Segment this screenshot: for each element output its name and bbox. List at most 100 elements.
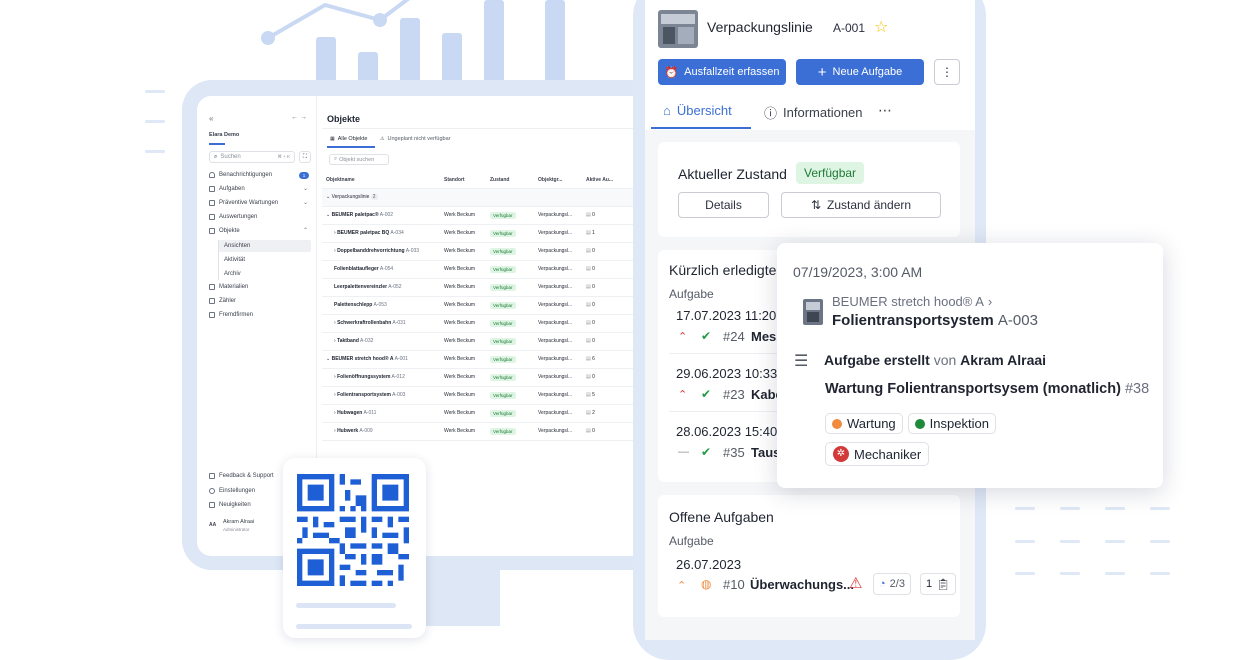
- tab-unplanned[interactable]: ⚠ Ungeplant nicht verfügbar: [380, 136, 450, 142]
- sidebar-item-feedback[interactable]: Feedback & Support: [209, 473, 274, 479]
- table-row[interactable]: Folienblattaufleger A-054 Werk Beckum Verf…: [322, 260, 647, 279]
- chevron-down-icon[interactable]: ⌄: [303, 199, 308, 206]
- status-badge: Verfügbar: [490, 301, 516, 309]
- object-name: BEUMER paletpac BQ: [337, 230, 390, 236]
- tab-label: Informationen: [783, 105, 863, 120]
- table-row[interactable]: ⌄ BEUMER stretch hood® A A-001 Werk Becku…: [322, 350, 647, 369]
- decor-dash: [145, 90, 165, 93]
- activity-popover: 07/19/2023, 3:00 AM BEUMER stretch hood®…: [777, 243, 1163, 488]
- sidebar-item-objects[interactable]: Objekte: [209, 228, 240, 234]
- details-button[interactable]: Details: [678, 192, 769, 218]
- parent-asset-link[interactable]: BEUMER stretch hood® A ›: [832, 294, 992, 309]
- object-name: Hubwerk: [337, 428, 359, 434]
- table-row[interactable]: › BEUMER paletpac BQ A-034 Werk Beckum Ver…: [322, 224, 647, 243]
- table-row[interactable]: Palettenschlepp A-053 Werk Beckum Verfügba…: [322, 296, 647, 315]
- search-input[interactable]: ⌕ Suchen ⌘ + K: [209, 151, 295, 163]
- sidebar-item-maintenance[interactable]: Präventive Wartungen: [209, 200, 278, 206]
- placeholder-line: [296, 624, 412, 629]
- object-code: A-009: [359, 428, 373, 434]
- paused-icon: ◍: [701, 577, 712, 591]
- new-task-button[interactable]: + Neue Aufgabe: [796, 59, 924, 85]
- activity-line: Aufgabe erstellt von Akram Alraai: [824, 352, 1046, 368]
- table-row[interactable]: › Schwerkraftrollenbahn A-031 Werk Beckum…: [322, 314, 647, 333]
- nav-arrows-icon[interactable]: ← →: [291, 114, 307, 121]
- tab-information[interactable]: ⓘ Informationen: [764, 103, 863, 122]
- cell-name: › Hubwagen A-011: [322, 404, 440, 423]
- sidebar-item-label: Aufgaben: [219, 186, 245, 192]
- scan-icon[interactable]: ⛶: [299, 151, 311, 163]
- search-placeholder: Suchen: [220, 154, 241, 160]
- task-number: #38: [1124, 381, 1150, 397]
- sidebar-subitem-archive[interactable]: Archiv: [224, 271, 241, 277]
- sidebar-subitem-views[interactable]: Ansichten: [224, 243, 250, 249]
- chevron-up-icon[interactable]: ⌃: [303, 227, 308, 234]
- status-badge: Verfügbar: [490, 337, 516, 345]
- object-code: A-002: [379, 212, 394, 218]
- table-row[interactable]: › Hubwerk A-009 Werk Beckum Verfügbar Verpa…: [322, 422, 647, 441]
- org-name[interactable]: Elara Demo: [209, 132, 239, 138]
- collapse-icon[interactable]: «: [209, 114, 213, 123]
- group-row[interactable]: ⌄ Verpackungslinie 2: [322, 188, 647, 207]
- avatar[interactable]: AA: [209, 522, 216, 528]
- column-header[interactable]: Zustand: [486, 172, 534, 189]
- column-header[interactable]: Objektgr...: [534, 172, 582, 189]
- task-link[interactable]: Wartung Folientransportsysem (monatlich)…: [825, 381, 1149, 397]
- table-row[interactable]: › Folientransportsystem A-003 Werk Beckum…: [322, 386, 647, 405]
- sidebar-item-tasks[interactable]: Aufgaben: [209, 186, 245, 192]
- object-code: A-003: [997, 312, 1038, 329]
- kebab-icon: ⋮: [941, 65, 953, 79]
- cell-name: ⌄ BEUMER stretch hood® A A-001: [322, 350, 440, 369]
- status-badge: Verfügbar: [490, 373, 516, 381]
- tag-label: Wartung: [847, 416, 896, 431]
- table-row[interactable]: › Folienöffnungssystem A-012 Werk Beckum V…: [322, 368, 647, 387]
- object-search-input[interactable]: ⌕ Objekt suchen: [329, 154, 389, 165]
- tab-all-objects[interactable]: ▦ Alle Objekte: [330, 136, 367, 142]
- cell-group: Verpackungsl...: [534, 206, 582, 225]
- search-placeholder: Objekt suchen: [339, 156, 375, 163]
- cell-location: Werk Beckum: [440, 314, 486, 333]
- popover-timestamp: 07/19/2023, 3:00 AM: [793, 264, 923, 280]
- activity-user[interactable]: Akram Alraai: [960, 352, 1046, 368]
- sidebar-item-counters[interactable]: Zähler: [209, 298, 236, 304]
- decor-dash: [1150, 540, 1170, 543]
- chevron-down-icon[interactable]: ⌄: [303, 185, 308, 192]
- qr-code[interactable]: [297, 474, 409, 586]
- decor-dash: [1105, 507, 1125, 510]
- table-row[interactable]: › Hubwagen A-011 Werk Beckum Verfügbar Verp…: [322, 404, 647, 423]
- divider: [322, 128, 647, 129]
- more-tabs-icon[interactable]: ⋯: [878, 102, 892, 119]
- section-subtitle: Aufgabe: [669, 287, 714, 301]
- table-row[interactable]: › Taktband A-032 Werk Beckum Verfügbar Verp…: [322, 332, 647, 351]
- sidebar-item-label: Fremdfirmen: [219, 312, 254, 318]
- table-row[interactable]: › Doppelbanddrehvorrichtung A-033 Werk Be…: [322, 242, 647, 261]
- status-badge: Verfügbar: [490, 427, 516, 435]
- column-header[interactable]: Standort: [440, 172, 486, 189]
- change-state-button[interactable]: ⇅ Zustand ändern: [781, 192, 941, 218]
- column-header[interactable]: Objektname: [322, 172, 440, 189]
- sidebar-item-materials[interactable]: Materialien: [209, 284, 248, 290]
- sidebar-item-label: Einstellungen: [219, 488, 256, 494]
- status-badge: Verfügbar: [490, 283, 516, 291]
- priority-urgent-icon: ⌃: [678, 389, 688, 401]
- sidebar-item-news[interactable]: Neuigkeiten: [209, 502, 251, 508]
- sidebar-item-settings[interactable]: Einstellungen: [209, 488, 255, 494]
- sidebar-subitem-activity[interactable]: Aktivität: [224, 257, 245, 263]
- task-count: 0: [592, 320, 595, 326]
- done-check-icon: ✔: [701, 387, 712, 401]
- team-icon: ✲: [833, 446, 849, 462]
- task-count: 0: [592, 266, 595, 272]
- log-downtime-button[interactable]: ⏰ Ausfallzeit erfassen: [658, 59, 786, 85]
- object-link[interactable]: Folientransportsystem A-003: [832, 312, 1038, 329]
- tab-overview[interactable]: ⌂ Übersicht: [663, 103, 732, 118]
- sidebar-item-reports[interactable]: Auswertungen: [209, 214, 257, 220]
- task-time: 11:20: [744, 308, 777, 323]
- news-icon: [209, 502, 215, 508]
- cell-location: Werk Beckum: [440, 350, 486, 369]
- sidebar-item-contractors[interactable]: Fremdfirmen: [209, 312, 253, 318]
- table-row[interactable]: ⌄ BEUMER paletpac® A-002 Werk Beckum Verfü…: [322, 206, 647, 225]
- star-icon[interactable]: ☆: [874, 17, 888, 37]
- task-title[interactable]: Überwachungs...: [750, 577, 854, 592]
- more-menu-button[interactable]: ⋮: [934, 59, 960, 85]
- table-row[interactable]: Leerpalettenvereinzler A-052 Werk Beckum V…: [322, 278, 647, 297]
- sidebar-item-notifications[interactable]: Benachrichtigungen: [209, 172, 272, 178]
